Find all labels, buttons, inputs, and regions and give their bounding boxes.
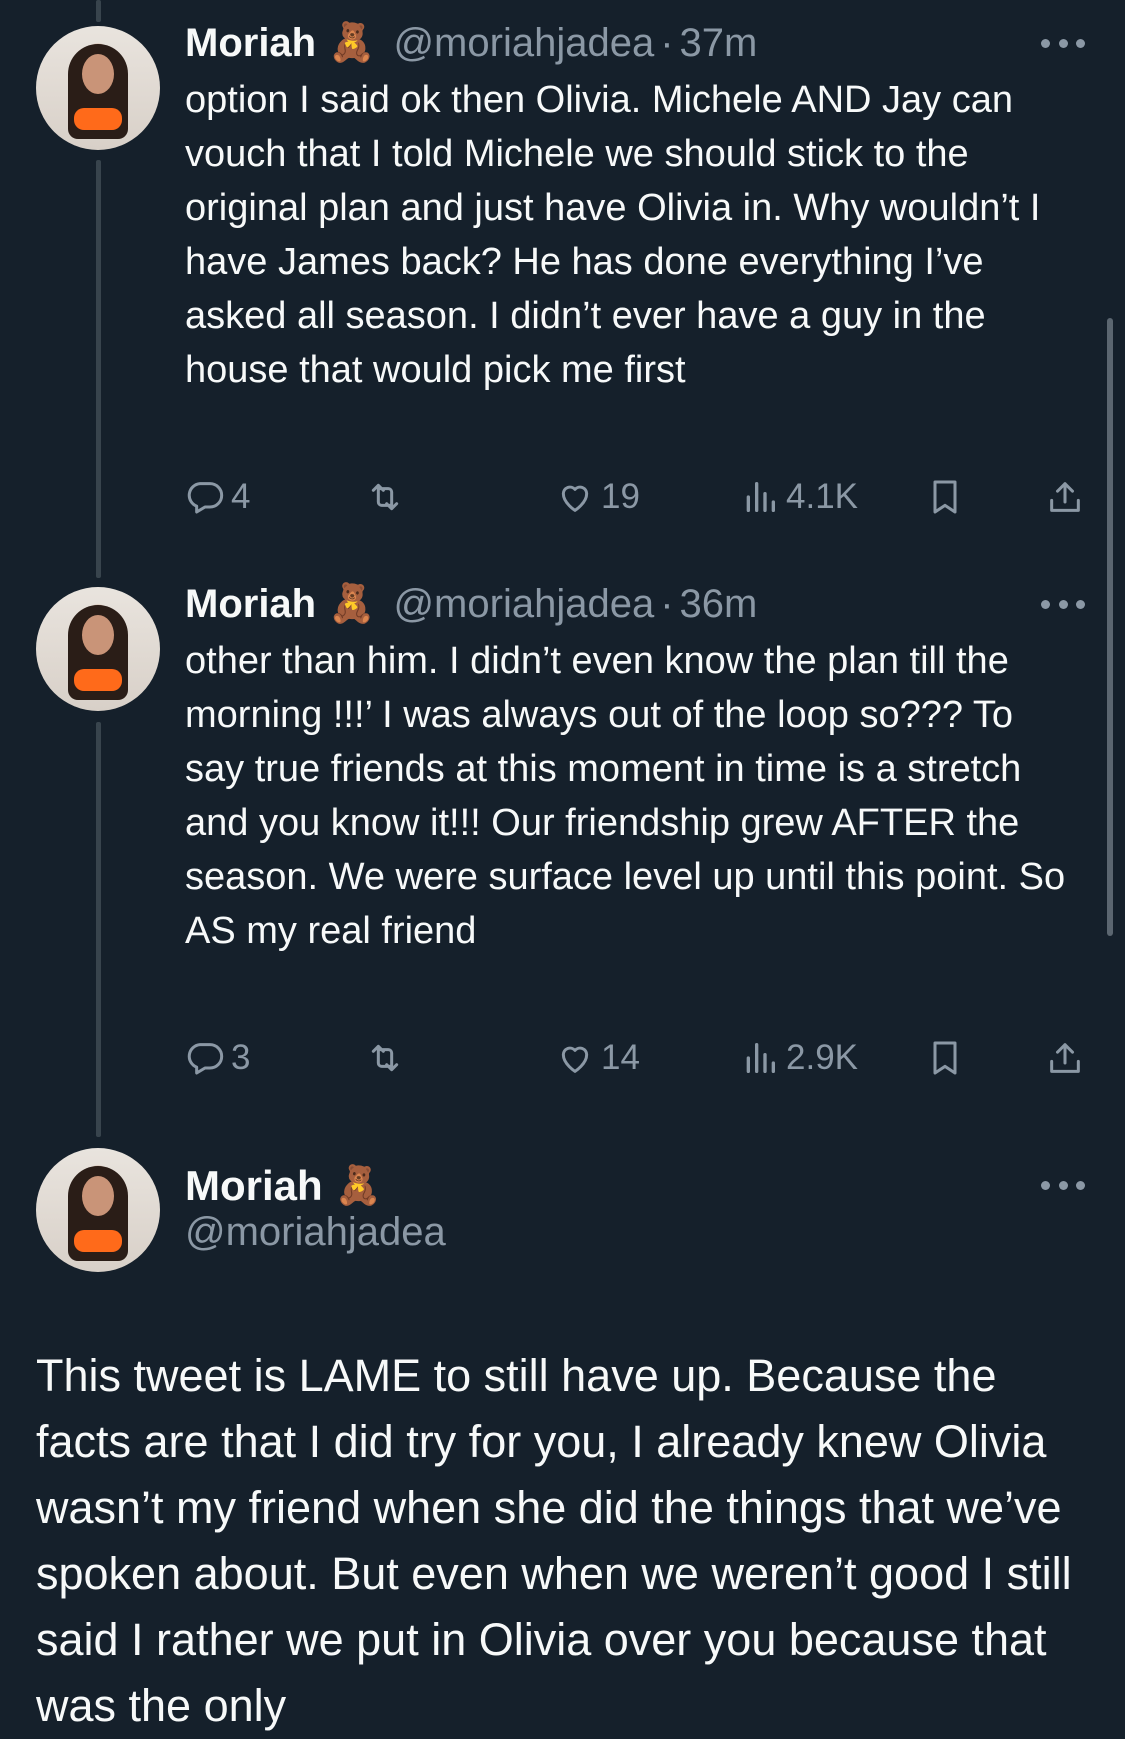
tweet-header: Moriah 🧸 @moriahjadea · 37m — [185, 18, 757, 68]
user-handle[interactable]: @moriahjadea — [393, 582, 654, 627]
heart-icon — [561, 1046, 589, 1073]
bookmark-icon — [933, 480, 957, 514]
view-count: 2.9K — [786, 1038, 858, 1077]
avatar[interactable] — [36, 26, 160, 150]
reply-button[interactable]: 3 — [185, 1033, 250, 1083]
tweet-actions: 3 14 2.9K — [185, 1033, 1085, 1083]
retweet-icon — [371, 1044, 399, 1072]
share-button[interactable] — [1045, 1033, 1085, 1083]
more-icon[interactable] — [1041, 579, 1085, 629]
views-icon — [746, 1043, 775, 1073]
tweet-text: option I said ok then Olivia. Michele AN… — [185, 79, 1041, 391]
user-handle[interactable]: @moriahjadea — [393, 21, 654, 66]
tweet-header: Moriah 🧸 @moriahjadea · 36m — [185, 579, 757, 629]
display-name[interactable]: Moriah — [185, 1162, 323, 1210]
views-icon — [746, 482, 775, 512]
like-count: 14 — [601, 1038, 640, 1077]
share-icon — [1050, 482, 1080, 512]
like-button[interactable]: 14 — [555, 1033, 640, 1083]
user-handle[interactable]: @moriahjadea — [185, 1210, 446, 1255]
scrollbar[interactable] — [1107, 318, 1113, 936]
bookmark-icon — [933, 1041, 957, 1075]
bookmark-button[interactable] — [925, 1033, 965, 1083]
avatar[interactable] — [36, 587, 160, 711]
more-icon[interactable] — [1041, 1160, 1085, 1210]
separator: · — [660, 581, 674, 626]
tweet-actions: 4 19 4.1K — [185, 472, 1085, 522]
like-button[interactable]: 19 — [555, 472, 640, 522]
teddy-bear-emoji: 🧸 — [328, 22, 376, 64]
thread-connector — [96, 0, 101, 22]
reply-count: 4 — [231, 477, 251, 516]
retweet-button[interactable] — [365, 472, 405, 522]
views-button[interactable]: 4.1K — [740, 472, 858, 522]
tweet-header: Moriah 🧸 — [185, 1160, 382, 1212]
reply-count: 3 — [231, 1038, 251, 1077]
thread-connector — [96, 722, 101, 1137]
retweet-button[interactable] — [365, 1033, 405, 1083]
tweet-text: This tweet is LAME to still have up. Bec… — [36, 1350, 1072, 1731]
thread-connector — [96, 160, 101, 578]
teddy-bear-emoji: 🧸 — [334, 1165, 382, 1207]
share-button[interactable] — [1045, 472, 1085, 522]
more-icon[interactable] — [1041, 18, 1085, 68]
reply-icon — [187, 482, 224, 514]
avatar[interactable] — [36, 1148, 160, 1272]
tweet-text: other than him. I didn’t even know the p… — [185, 640, 1066, 952]
like-count: 19 — [601, 477, 640, 516]
retweet-icon — [371, 483, 399, 511]
bookmark-button[interactable] — [925, 472, 965, 522]
teddy-bear-emoji: 🧸 — [328, 583, 376, 625]
view-count: 4.1K — [786, 477, 858, 516]
timestamp[interactable]: 36m — [680, 582, 758, 627]
tweet-thread-page: Moriah 🧸 @moriahjadea · 37m option I sai… — [0, 0, 1125, 1739]
heart-icon — [561, 485, 589, 512]
display-name[interactable]: Moriah — [185, 21, 316, 66]
reply-button[interactable]: 4 — [185, 472, 250, 522]
timestamp[interactable]: 37m — [680, 21, 758, 66]
reply-icon — [187, 1043, 224, 1075]
share-icon — [1050, 1043, 1080, 1073]
display-name[interactable]: Moriah — [185, 582, 316, 627]
views-button[interactable]: 2.9K — [740, 1033, 858, 1083]
separator: · — [660, 20, 674, 65]
